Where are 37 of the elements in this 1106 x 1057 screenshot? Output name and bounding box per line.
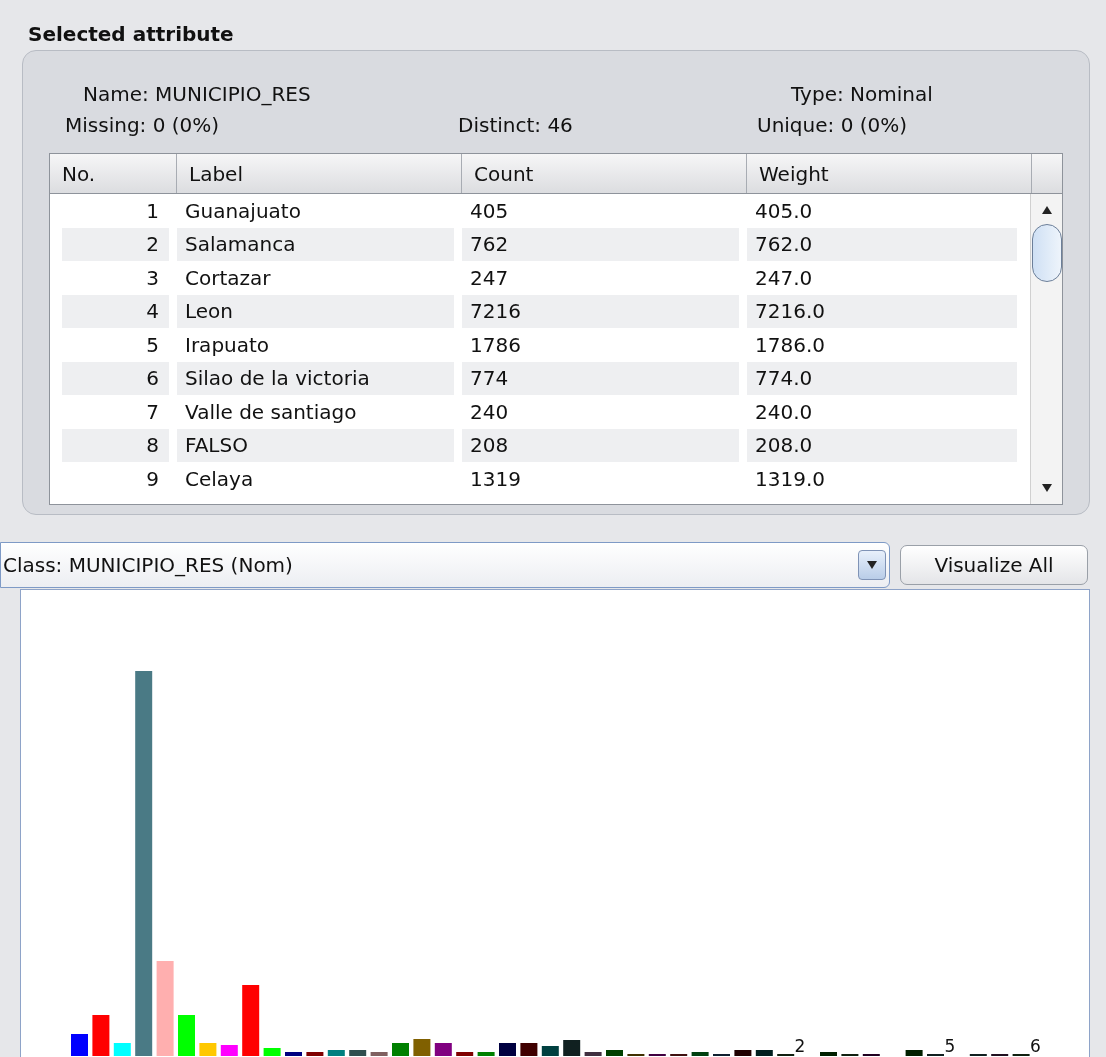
table-cell: 762.0 (747, 227, 1017, 261)
distinct-count: Distinct: 46 (458, 113, 573, 137)
table-cell: 7216.0 (747, 294, 1017, 328)
table-cell: Silao de la victoria (177, 361, 454, 395)
column-header[interactable]: Count (462, 154, 747, 193)
column-header[interactable]: Label (177, 154, 462, 193)
table-cell: 2 (62, 227, 169, 261)
bar-count-label: 2 (794, 1036, 806, 1056)
table-cell: 4 (62, 294, 169, 328)
scroll-up-icon[interactable] (1040, 204, 1053, 216)
table-cell: 774.0 (747, 361, 1017, 395)
dropdown-caret-icon[interactable] (866, 560, 878, 570)
missing-count: Missing: 0 (0%) (65, 113, 220, 137)
unique-count: Unique: 0 (0%) (757, 113, 908, 137)
scroll-down-icon[interactable] (1040, 482, 1053, 494)
table-cell: 208.0 (747, 428, 1017, 462)
table-cell: Salamanca (177, 227, 454, 261)
attribute-name: Name: MUNICIPIO_RES (83, 82, 311, 106)
column-header[interactable]: Weight (747, 154, 1032, 193)
class-dropdown[interactable]: Class: MUNICIPIO_RES (Nom) (0, 542, 890, 588)
class-value: Class: MUNICIPIO_RES (Nom) (2, 552, 294, 579)
column-header[interactable]: No. (50, 154, 177, 193)
table-cell: 8 (62, 428, 169, 462)
scrollbar[interactable] (1030, 194, 1062, 504)
table-cell: Leon (177, 294, 454, 328)
bar-count-label: 6 (1030, 1036, 1041, 1056)
section-title: Selected attribute (28, 22, 234, 46)
visualize-all-button[interactable]: Visualize All (900, 545, 1088, 585)
attribute-type: Type: Nominal (791, 82, 933, 106)
scroll-thumb[interactable] (1031, 224, 1062, 282)
table-cell: 762 (462, 227, 739, 261)
table-cell: 774 (462, 361, 739, 395)
table-cell: 208 (462, 428, 739, 462)
table-cell: 6 (62, 361, 169, 395)
table-cell: FALSO (177, 428, 454, 462)
bar-count-label: 5 (944, 1036, 956, 1056)
table-cell: 7216 (462, 294, 739, 328)
